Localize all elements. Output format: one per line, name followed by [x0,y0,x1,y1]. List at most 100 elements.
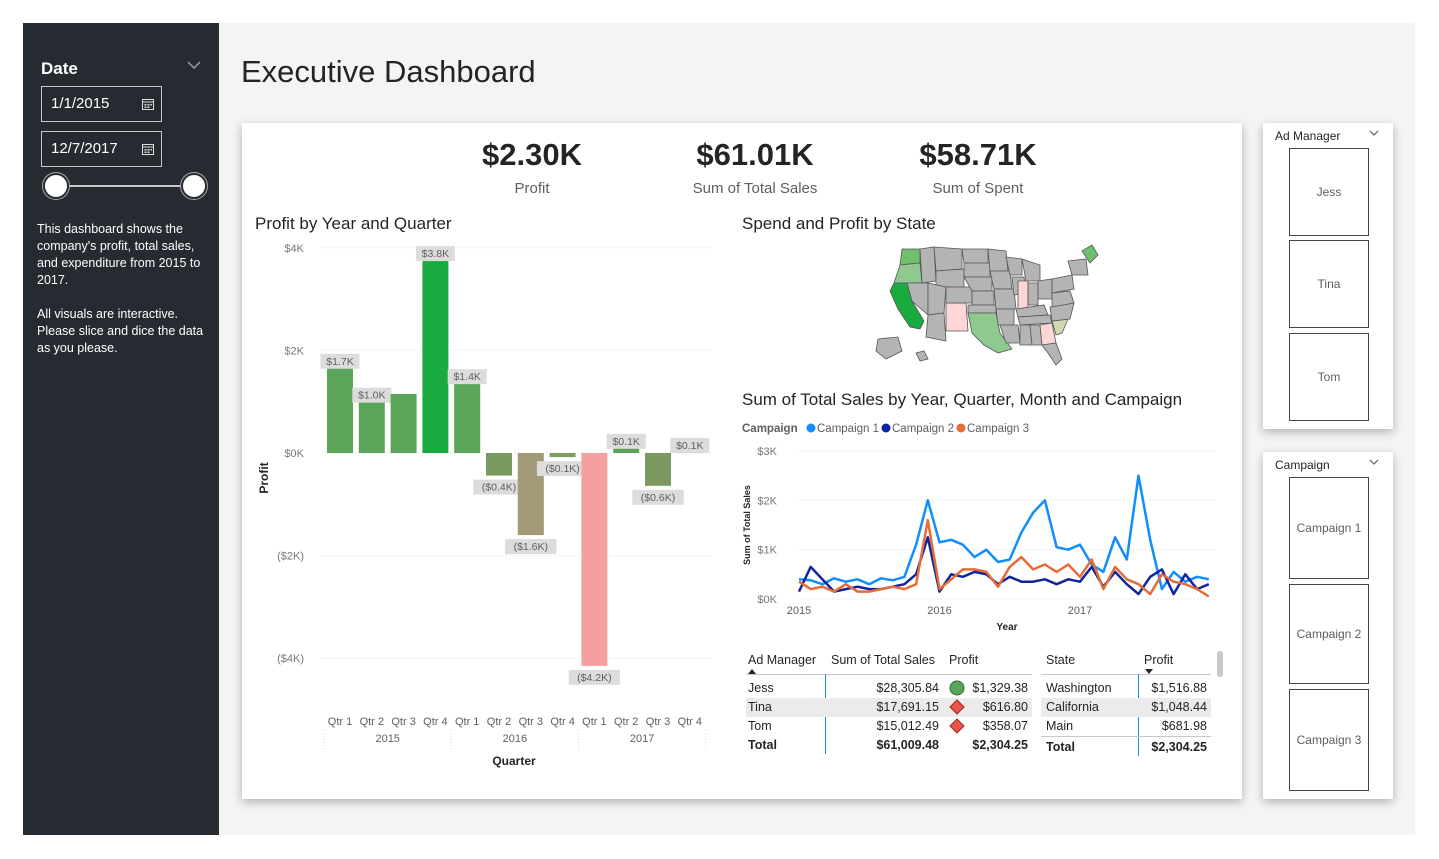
manager-profit: $616.80 [982,700,1028,714]
kpi-sales-value: $61.01K [696,137,814,172]
x-tick-label: Qtr 2 [614,716,638,728]
x-tick-label: Qtr 1 [328,716,352,728]
series-line[interactable] [797,536,1210,596]
calendar-icon[interactable] [142,98,154,110]
x-tick-label: Qtr 3 [519,716,543,728]
map-state [927,282,947,316]
slicer-tile-campaign-3[interactable]: Campaign 3 [1289,689,1369,791]
map-state [915,350,929,362]
slider-end-handle[interactable] [181,173,207,199]
sales-col-header[interactable]: Sum of Total Sales [831,653,935,667]
table-row[interactable]: California $1,048.44 [1041,698,1211,717]
legend-item[interactable]: Campaign 1 [817,423,879,435]
kpi-profit-value: $2.30K [482,137,582,172]
profit-bar[interactable] [454,381,481,453]
map-state [945,302,969,332]
profit-bar[interactable] [645,453,671,486]
map-state [1051,318,1069,336]
red-diamond-icon [949,699,965,715]
us-state-map[interactable] [872,241,1102,371]
manager-name: Jess [748,681,774,695]
data-label: ($0.6K) [641,492,675,504]
state-table: State Profit Washington $1,516.88 Califo… [1041,652,1211,758]
campaign-slicer: Campaign Campaign 1 Campaign 2 Campaign … [1263,452,1393,799]
profit-bar[interactable] [486,453,512,476]
date-slicer-title: Date [41,59,78,78]
legend-item[interactable]: Campaign 3 [967,423,1029,435]
slicer-tile-campaign-2[interactable]: Campaign 2 [1289,584,1369,684]
end-date-input[interactable]: 12/7/2017 [41,131,162,167]
x-year-label: 2015 [375,733,399,745]
total-sales: $61,009.48 [876,738,939,752]
slicer-tile-campaign-1[interactable]: Campaign 1 [1289,477,1369,579]
slicer-tile-jess[interactable]: Jess [1289,148,1369,236]
legend-marker[interactable] [806,423,816,433]
manager-profit: $1,329.38 [972,681,1028,695]
state-profit: $681.98 [1161,719,1207,733]
start-date-input[interactable]: 1/1/2015 [41,86,162,122]
x-tick-label: Qtr 1 [582,716,606,728]
x-tick-label: Qtr 3 [646,716,670,728]
total-label: Total [748,738,777,752]
table-row[interactable]: Tom $15,012.49 $358.07 [746,717,1032,736]
manager-name: Tina [748,700,772,714]
x-tick-label: 2015 [787,605,811,617]
y-tick-label: $0K [757,594,777,606]
date-range-slider-track[interactable] [57,185,194,187]
map-state [919,246,937,284]
profit-bar-chart[interactable]: $4K $2K $0K ($2K) ($4K) Profit $1.7K $1.0K $3.8K… [242,235,722,775]
legend-marker[interactable] [956,423,966,433]
chevron-down-icon[interactable] [186,59,202,71]
chevron-down-icon[interactable] [1369,458,1379,466]
table-row[interactable]: Washington $1,516.88 [1041,679,1211,698]
x-tick-label: Qtr 4 [678,716,702,728]
table-row[interactable]: Main $681.98 [1041,717,1211,736]
profit-bar[interactable] [549,453,576,458]
calendar-icon[interactable] [142,143,154,155]
sales-line-chart[interactable]: Campaign Campaign 1 Campaign 2 Campaign 3 $0… [737,417,1237,637]
y-tick-label: ($4K) [277,653,304,665]
legend-marker[interactable] [881,423,891,433]
data-label: $1.7K [326,356,353,368]
series-line[interactable] [798,518,1210,598]
manager-col-header[interactable]: Ad Manager [748,653,816,667]
profit-bar[interactable] [327,365,353,453]
slicer-tile-tina[interactable]: Tina [1289,240,1369,328]
map-state [925,312,947,342]
data-label: $0.1K [612,436,639,448]
state-profit-col-header[interactable]: Profit [1144,653,1173,667]
state-name: California [1046,700,1099,714]
x-tick-label: 2016 [927,605,951,617]
map-state [971,290,995,306]
profit-bar[interactable] [390,394,417,453]
table-scrollbar[interactable] [1217,651,1223,677]
series-line[interactable] [798,474,1210,591]
y-tick-label: $4K [284,243,304,255]
state-profit: $1,048.44 [1151,700,1207,714]
table-total-row: Total $61,009.48 $2,304.25 [746,736,1032,755]
map-state [989,270,1013,290]
map-state [935,268,965,288]
profit-bar[interactable] [422,258,449,453]
map-state [1051,274,1075,294]
table-total-row: Total $2,304.25 [1041,738,1211,757]
map-state [967,304,997,314]
table-row[interactable]: Tina $17,691.15 $616.80 [746,698,1032,717]
profit-bar[interactable] [358,399,385,453]
total-divider [1041,736,1211,737]
profit-bar[interactable] [581,453,608,666]
page-title: Executive Dashboard [241,54,536,89]
map-state [1067,258,1089,276]
green-circle-icon [949,680,965,696]
legend-item[interactable]: Campaign 2 [892,423,954,435]
data-label: ($1.6K) [514,541,548,553]
table-row[interactable]: Jess $28,305.84 $1,329.38 [746,679,1032,698]
data-label: $1.0K [358,390,385,402]
chevron-down-icon[interactable] [1369,129,1379,137]
slicer-tile-tom[interactable]: Tom [1289,333,1369,421]
state-col-header[interactable]: State [1046,653,1075,667]
red-diamond-icon [949,718,965,734]
profit-col-header[interactable]: Profit [949,653,978,667]
slider-start-handle[interactable] [43,173,69,199]
description-paragraph-2: All visuals are interactive. Please slic… [37,307,204,355]
